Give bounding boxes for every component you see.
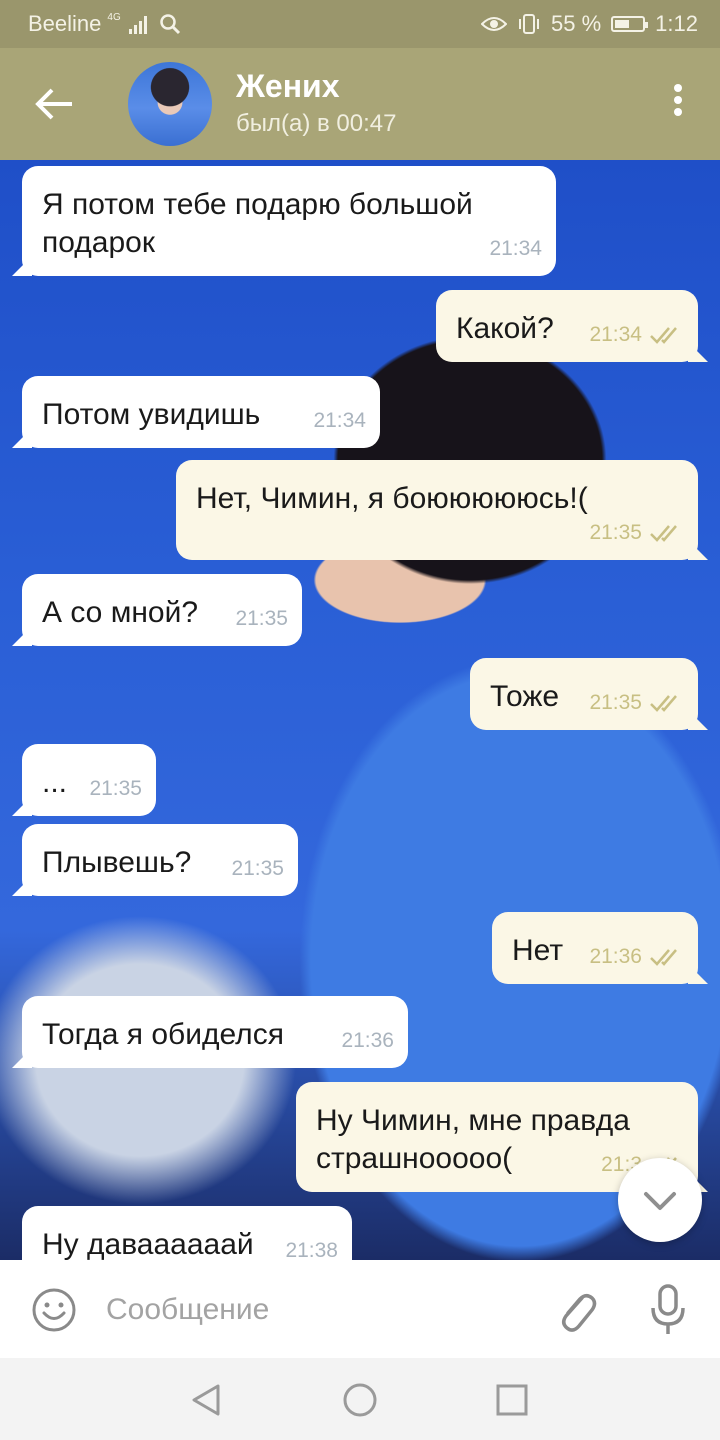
message-time: 21:35 xyxy=(89,777,142,800)
message-time: 21:38 xyxy=(285,1239,338,1260)
avatar[interactable] xyxy=(128,62,212,146)
carrier-label: Beeline xyxy=(28,11,102,36)
message-time: 21:34 xyxy=(589,323,642,346)
message-text: Нет, Чимин, я боюююююсь!( xyxy=(196,482,588,515)
back-triangle-icon xyxy=(192,1384,220,1416)
system-nav-bar xyxy=(0,1358,720,1440)
message-incoming[interactable]: Плывешь? 21:35 xyxy=(22,824,298,896)
message-incoming[interactable]: Ну даваааааай 21:38 xyxy=(22,1206,352,1260)
message-outgoing[interactable]: Тоже 21:35 xyxy=(470,658,698,730)
message-incoming[interactable]: Тогда я обиделся 21:36 xyxy=(22,996,408,1068)
contact-name[interactable]: Жених xyxy=(236,68,340,105)
message-text: Тогда я обиделся xyxy=(42,1018,284,1051)
message-input[interactable] xyxy=(104,1284,528,1336)
message-composer xyxy=(0,1260,720,1358)
microphone-icon xyxy=(651,1284,685,1334)
message-time: 21:34 xyxy=(313,409,366,432)
eye-icon xyxy=(481,17,508,31)
status-left: Beeline 4G xyxy=(28,11,181,37)
chat-header: Жених был(а) в 00:47 xyxy=(0,48,720,160)
message-text: Ну даваааааай xyxy=(42,1228,254,1260)
nav-back-button[interactable] xyxy=(186,1380,226,1420)
recents-square-icon xyxy=(496,1384,528,1416)
message-text: Потом увидишь xyxy=(42,398,261,431)
status-right: 55 % 1:12 xyxy=(481,11,698,37)
message-time: 21:35 xyxy=(589,521,642,544)
back-arrow-icon xyxy=(35,88,72,120)
message-outgoing[interactable]: Какой? 21:34 xyxy=(436,290,698,362)
message-text: Ну Чимин, мне правда страшноoooo( xyxy=(316,1104,630,1175)
scroll-down-button[interactable] xyxy=(618,1158,702,1242)
message-time: 21:34 xyxy=(489,237,542,260)
message-time: 21:35 xyxy=(589,691,642,714)
attach-button[interactable] xyxy=(552,1284,600,1336)
last-seen-status: был(а) в 00:47 xyxy=(236,110,397,137)
vibrate-icon xyxy=(519,14,540,34)
message-incoming[interactable]: Я потом тебе подарю большой подарок 21:3… xyxy=(22,166,556,276)
home-circle-icon xyxy=(343,1383,377,1417)
chat-history[interactable]: Я потом тебе подарю большой подарок 21:3… xyxy=(0,160,720,1260)
message-time: 21:35 xyxy=(235,607,288,630)
battery-percent: 55 % xyxy=(551,11,602,36)
microphone-button[interactable] xyxy=(648,1282,688,1338)
message-time: 21:36 xyxy=(589,945,642,968)
emoji-button[interactable] xyxy=(30,1286,78,1334)
message-time: 21:36 xyxy=(341,1029,394,1052)
chevron-down-icon xyxy=(644,1192,676,1210)
message-outgoing[interactable]: Нет, Чимин, я боюююююсь!( 21:35 xyxy=(176,460,698,560)
double-check-icon xyxy=(650,695,677,712)
more-vertical-icon xyxy=(666,84,690,116)
emoji-icon xyxy=(32,1288,76,1332)
double-check-icon xyxy=(650,949,677,966)
message-text: ... xyxy=(42,766,68,799)
battery-icon xyxy=(611,16,649,32)
network-type: 4G xyxy=(107,11,121,23)
back-button[interactable] xyxy=(30,84,80,124)
battery-level xyxy=(615,20,630,28)
message-time: 21:35 xyxy=(231,857,284,880)
message-text: Нет xyxy=(512,934,564,967)
message-text: Плывешь? xyxy=(42,846,192,879)
clock: 1:12 xyxy=(655,11,698,36)
search-icon xyxy=(159,14,180,35)
nav-home-button[interactable] xyxy=(340,1380,380,1420)
status-bar: Beeline 4G 55 % 1:12 xyxy=(0,0,720,48)
nav-recents-button[interactable] xyxy=(492,1380,532,1420)
message-text: Я потом тебе подарю большой подарок xyxy=(42,188,473,259)
message-text: А со мной? xyxy=(42,596,199,629)
signal-icon xyxy=(128,14,147,34)
message-text: Тоже xyxy=(490,680,560,713)
message-incoming[interactable]: Потом увидишь 21:34 xyxy=(22,376,380,448)
attach-icon xyxy=(562,1294,597,1332)
double-check-icon xyxy=(650,525,677,542)
message-incoming[interactable]: ... 21:35 xyxy=(22,744,156,816)
double-check-icon xyxy=(650,327,677,344)
message-text: Какой? xyxy=(456,312,554,345)
message-incoming[interactable]: А со мной? 21:35 xyxy=(22,574,302,646)
more-options-button[interactable] xyxy=(666,84,690,124)
message-outgoing[interactable]: Нет 21:36 xyxy=(492,912,698,984)
